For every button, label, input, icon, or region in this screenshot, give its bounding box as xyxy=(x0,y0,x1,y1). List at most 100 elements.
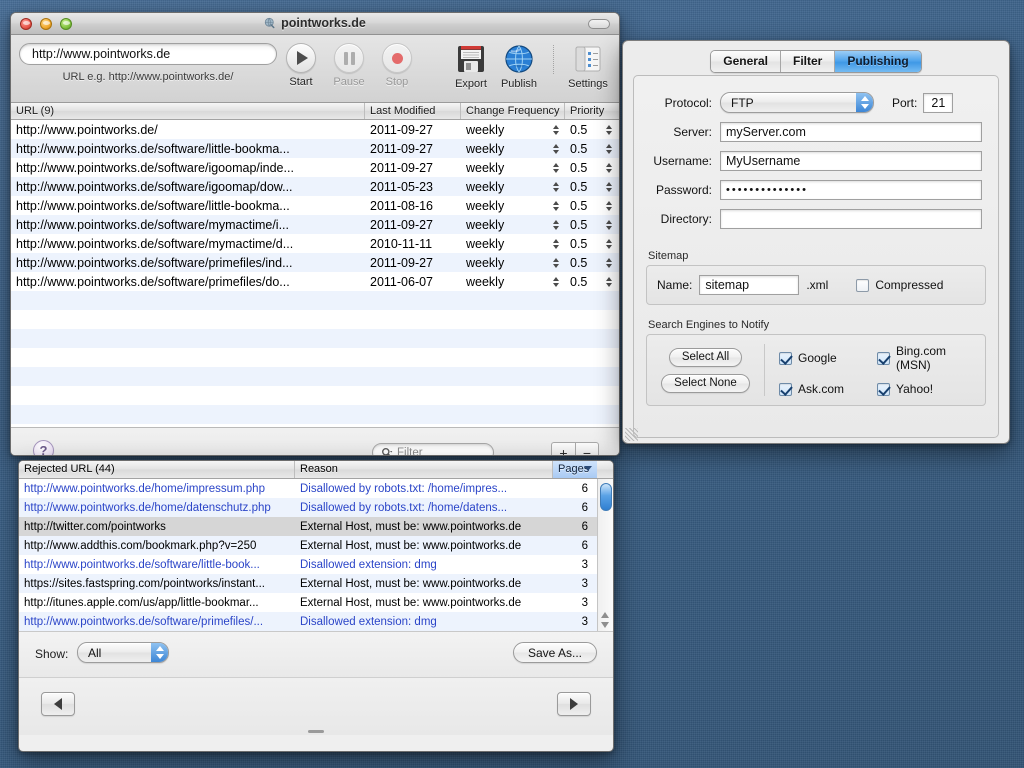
stepper-icon[interactable] xyxy=(606,162,612,173)
rejected-table-body[interactable]: http://www.pointworks.de/home/impressum.… xyxy=(19,479,613,631)
cell-frequency[interactable]: weekly xyxy=(461,275,565,289)
scrollbar-arrows[interactable] xyxy=(601,612,609,628)
table-row[interactable]: http://www.pointworks.de/software/igooma… xyxy=(11,158,619,177)
table-row[interactable]: http://www.pointworks.de/software/igooma… xyxy=(11,177,619,196)
previous-page-button[interactable] xyxy=(41,692,75,716)
cell-priority[interactable]: 0.5 xyxy=(565,218,618,232)
engine-checkbox[interactable] xyxy=(779,351,792,365)
cell-frequency[interactable]: weekly xyxy=(461,123,565,137)
cell-priority[interactable]: 0.5 xyxy=(565,256,618,270)
column-header-pages[interactable]: Pages xyxy=(553,461,597,478)
table-row[interactable]: http://www.pointworks.de/software/mymact… xyxy=(11,234,619,253)
engine-checkbox-item[interactable]: Bing.com (MSN) xyxy=(877,344,975,372)
cell-priority[interactable]: 0.5 xyxy=(565,123,618,137)
stepper-icon[interactable] xyxy=(553,257,559,268)
stepper-icon[interactable] xyxy=(606,219,612,230)
table-row[interactable]: http://www.pointworks.de/software/little… xyxy=(19,555,613,574)
url-input[interactable] xyxy=(19,43,277,65)
column-header-priority[interactable]: Priority xyxy=(565,103,618,119)
stepper-icon[interactable] xyxy=(553,200,559,211)
cell-frequency[interactable]: weekly xyxy=(461,161,565,175)
toolbar-toggle-button[interactable] xyxy=(588,19,610,29)
table-row-empty[interactable] xyxy=(11,310,619,329)
stepper-icon[interactable] xyxy=(553,181,559,192)
column-header-frequency[interactable]: Change Frequency xyxy=(461,103,565,119)
compressed-checkbox-item[interactable]: Compressed xyxy=(856,278,943,292)
window-resize-tab[interactable] xyxy=(308,730,324,733)
column-header-url[interactable]: URL (9) xyxy=(11,103,365,119)
table-row-empty[interactable] xyxy=(11,386,619,405)
table-row-empty[interactable] xyxy=(11,291,619,310)
cell-priority[interactable]: 0.5 xyxy=(565,161,618,175)
toolbar-pause-button[interactable]: Pause xyxy=(325,43,373,88)
select-none-button[interactable]: Select None xyxy=(661,373,750,393)
stepper-icon[interactable] xyxy=(606,276,612,287)
add-url-button[interactable]: + xyxy=(551,442,575,455)
compressed-checkbox[interactable] xyxy=(856,278,870,292)
save-as-button[interactable]: Save As... xyxy=(512,642,597,663)
tab-general[interactable]: General xyxy=(711,51,781,72)
rejected-vertical-scrollbar[interactable] xyxy=(597,479,613,631)
directory-field[interactable] xyxy=(720,209,982,229)
settings-resize-grip[interactable] xyxy=(625,428,638,441)
column-header-rejected-url[interactable]: Rejected URL (44) xyxy=(19,461,295,478)
sitemap-name-field[interactable] xyxy=(699,275,800,295)
engine-checkbox-item[interactable]: Yahoo! xyxy=(877,382,975,396)
stepper-icon[interactable] xyxy=(553,162,559,173)
cell-frequency[interactable]: weekly xyxy=(461,237,565,251)
table-row-empty[interactable] xyxy=(11,405,619,424)
table-row[interactable]: http://www.pointworks.de/software/little… xyxy=(11,139,619,158)
table-row[interactable]: http://www.pointworks.de/software/mymact… xyxy=(11,215,619,234)
show-filter-popup[interactable]: All xyxy=(77,642,169,663)
stepper-icon[interactable] xyxy=(606,143,612,154)
cell-priority[interactable]: 0.5 xyxy=(565,275,618,289)
cell-frequency[interactable]: weekly xyxy=(461,256,565,270)
select-all-button[interactable]: Select All xyxy=(668,347,743,367)
toolbar-export-button[interactable]: Export xyxy=(447,43,495,90)
stepper-icon[interactable] xyxy=(606,238,612,249)
engine-checkbox[interactable] xyxy=(877,351,890,365)
tab-publishing[interactable]: Publishing xyxy=(835,51,921,72)
remove-url-button[interactable]: − xyxy=(575,442,599,455)
main-titlebar[interactable]: pointworks.de xyxy=(11,13,619,35)
port-field[interactable] xyxy=(923,92,954,113)
cell-priority[interactable]: 0.5 xyxy=(565,180,618,194)
table-row[interactable]: http://www.pointworks.de/home/datenschut… xyxy=(19,498,613,517)
engine-checkbox-item[interactable]: Google xyxy=(779,344,877,372)
stepper-icon[interactable] xyxy=(553,276,559,287)
stepper-icon[interactable] xyxy=(606,200,612,211)
protocol-popup[interactable]: FTP xyxy=(720,92,874,113)
stepper-icon[interactable] xyxy=(553,124,559,135)
stepper-icon[interactable] xyxy=(606,124,612,135)
server-field[interactable] xyxy=(720,122,982,142)
cell-priority[interactable]: 0.5 xyxy=(565,142,618,156)
filter-search-field[interactable]: Filter xyxy=(372,443,494,455)
scrollbar-thumb[interactable] xyxy=(600,483,612,511)
table-row[interactable]: http://www.pointworks.de/home/impressum.… xyxy=(19,479,613,498)
toolbar-stop-button[interactable]: Stop xyxy=(373,43,421,88)
engine-checkbox[interactable] xyxy=(877,382,890,396)
column-header-modified[interactable]: Last Modified xyxy=(365,103,461,119)
stepper-icon[interactable] xyxy=(553,238,559,249)
cell-frequency[interactable]: weekly xyxy=(461,142,565,156)
column-header-reason[interactable]: Reason xyxy=(295,461,553,478)
table-row[interactable]: http://itunes.apple.com/us/app/little-bo… xyxy=(19,593,613,612)
stepper-icon[interactable] xyxy=(606,257,612,268)
cell-frequency[interactable]: weekly xyxy=(461,218,565,232)
table-row[interactable]: http://www.pointworks.de/software/little… xyxy=(11,196,619,215)
table-row[interactable]: http://twitter.com/pointworks External Ho… xyxy=(19,517,613,536)
stepper-icon[interactable] xyxy=(553,143,559,154)
table-row[interactable]: http://www.pointworks.de/2011-09-27 weekl… xyxy=(11,120,619,139)
password-field[interactable] xyxy=(720,180,982,200)
engine-checkbox-item[interactable]: Ask.com xyxy=(779,382,877,396)
url-table-body[interactable]: http://www.pointworks.de/2011-09-27 weekl… xyxy=(11,120,619,427)
cell-priority[interactable]: 0.5 xyxy=(565,237,618,251)
table-row[interactable]: https://sites.fastspring.com/pointworks/… xyxy=(19,574,613,593)
table-row[interactable]: http://www.pointworks.de/software/primef… xyxy=(19,612,613,631)
username-field[interactable] xyxy=(720,151,982,171)
toolbar-settings-button[interactable]: Settings xyxy=(564,43,612,90)
cell-priority[interactable]: 0.5 xyxy=(565,199,618,213)
tab-filter[interactable]: Filter xyxy=(781,51,836,72)
table-row[interactable]: http://www.pointworks.de/software/primef… xyxy=(11,253,619,272)
next-page-button[interactable] xyxy=(557,692,591,716)
